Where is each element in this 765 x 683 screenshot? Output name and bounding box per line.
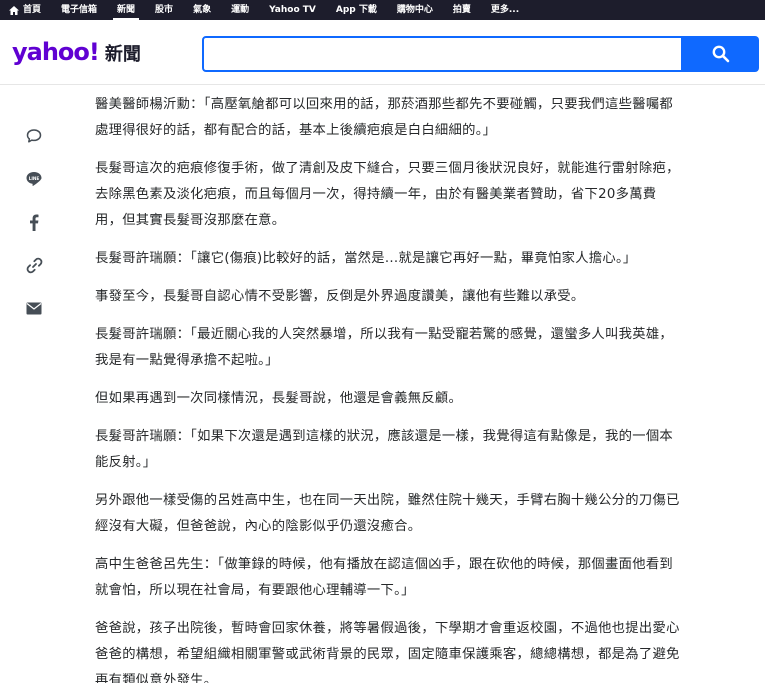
- nav-item-yahoo-tv[interactable]: Yahoo TV: [259, 0, 326, 20]
- nav-item-app-download[interactable]: App 下載: [326, 0, 387, 20]
- facebook-icon: [30, 214, 39, 231]
- nav-item-sports[interactable]: 運動: [221, 0, 259, 20]
- article-paragraph: 另外跟他一樣受傷的呂姓高中生，也在同一天出院，雖然住院十幾天，手臂右胸十幾公分的…: [95, 493, 680, 534]
- share-email-button[interactable]: [22, 296, 46, 320]
- nav-item-finance[interactable]: 股市: [145, 0, 183, 20]
- search-icon: [712, 45, 730, 63]
- article-body: 醫美醫師楊沂勳：「高壓氧艙都可以回來用的話，那菸酒那些都先不要碰觸，只要我們這些…: [95, 92, 680, 683]
- top-nav-bar: 首頁 電子信箱 新聞 股市 氣象 運動 Yahoo TV App 下載 購物中心…: [0, 0, 765, 20]
- comment-button[interactable]: [22, 124, 46, 148]
- logo-wordmark: yahoo!: [12, 38, 100, 66]
- comment-icon: [26, 129, 42, 143]
- nav-item-home[interactable]: 首頁: [0, 0, 51, 20]
- search-input[interactable]: [202, 36, 683, 72]
- article-paragraph: 醫美醫師楊沂勳：「高壓氧艙都可以回來用的話，那菸酒那些都先不要碰觸，只要我們這些…: [95, 97, 674, 138]
- yahoo-news-logo[interactable]: yahoo! 新聞: [12, 38, 141, 66]
- article-paragraph: 但如果再遇到一次同樣情況，長髮哥說，他還是會義無反顧。: [95, 391, 463, 406]
- article-paragraph: 長髮哥許瑞願：「讓它(傷痕)比較好的話，當然是...就是讓它再好一點，畢竟怕家人…: [95, 251, 637, 266]
- article-paragraph: 長髮哥許瑞願：「如果下次還是遇到這樣的狀況，應該還是一樣，我覺得這有點像是，我的…: [95, 429, 674, 470]
- article-paragraph: 事發至今，長髮哥自認心情不受影響，反倒是外界過度讚美，讓他有些難以承受。: [95, 289, 585, 304]
- nav-item-news[interactable]: 新聞: [107, 0, 145, 20]
- article-paragraph: 長髮哥許瑞願：「最近關心我的人突然暴增，所以我有一點受寵若驚的感覺，還蠻多人叫我…: [95, 327, 674, 368]
- share-line-button[interactable]: LINE: [22, 167, 46, 191]
- article-paragraph: 長髮哥這次的疤痕修復手術，做了清創及皮下縫合，只要三個月後狀況良好，就能進行雷射…: [95, 161, 680, 228]
- link-icon: [26, 257, 42, 273]
- nav-item-weather[interactable]: 氣象: [183, 0, 221, 20]
- email-icon: [26, 302, 42, 314]
- share-rail: LINE: [22, 124, 50, 339]
- site-header: yahoo! 新聞: [0, 20, 765, 85]
- article-paragraph: 高中生爸爸呂先生：「做筆錄的時候，他有播放在認這個凶手，跟在砍他的時候，那個畫面…: [95, 557, 674, 598]
- svg-text:LINE: LINE: [29, 176, 40, 181]
- nav-item-shopping[interactable]: 購物中心: [387, 0, 443, 20]
- home-icon: [9, 5, 19, 15]
- nav-item-auction[interactable]: 拍賣: [443, 0, 481, 20]
- nav-item-more[interactable]: 更多...: [481, 0, 529, 20]
- copy-link-button[interactable]: [22, 253, 46, 277]
- line-icon: LINE: [26, 172, 42, 186]
- logo-section-label: 新聞: [104, 44, 141, 65]
- share-facebook-button[interactable]: [22, 210, 46, 234]
- article-paragraph: 爸爸說，孩子出院後，暫時會回家休養，將等暑假過後，下學期才會重返校園，不過他也提…: [95, 621, 680, 683]
- search-button[interactable]: [683, 36, 759, 72]
- nav-item-mail[interactable]: 電子信箱: [51, 0, 107, 20]
- nav-item-label: 首頁: [23, 5, 42, 15]
